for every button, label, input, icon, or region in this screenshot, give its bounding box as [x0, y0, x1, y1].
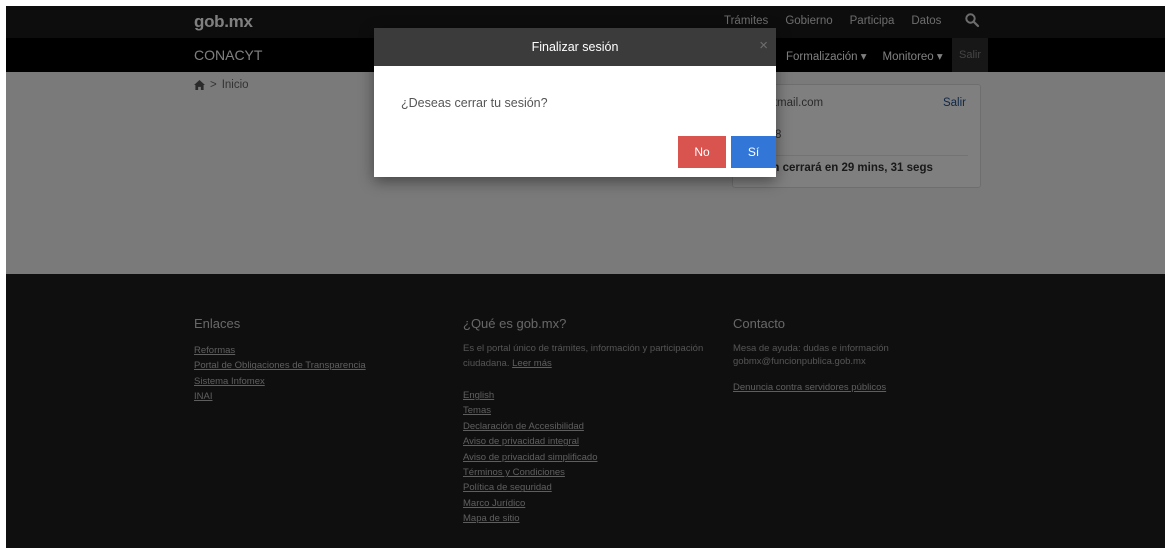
no-button[interactable]: No — [678, 136, 726, 168]
dialog-header: Finalizar sesión × — [374, 28, 776, 66]
logout-dialog: Finalizar sesión × ¿Deseas cerrar tu ses… — [374, 28, 776, 177]
close-icon[interactable]: × — [759, 28, 768, 64]
yes-button[interactable]: Sí — [731, 136, 776, 168]
dialog-message: ¿Deseas cerrar tu sesión? — [401, 96, 548, 110]
browser-viewport: gob.mx Trámites Gobierno Participa Datos… — [6, 6, 1165, 548]
dialog-title: Finalizar sesión — [531, 40, 619, 54]
